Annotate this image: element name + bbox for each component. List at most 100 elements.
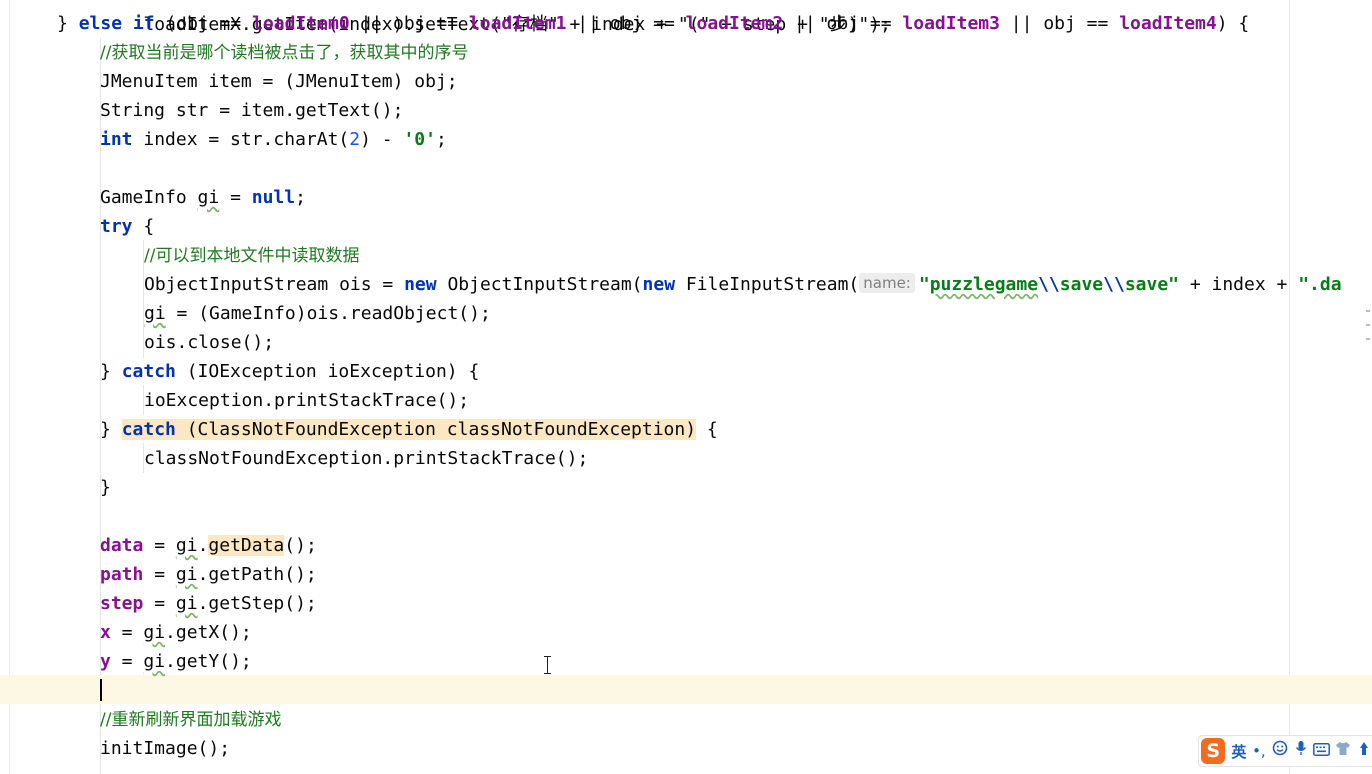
keyword: int [100, 129, 133, 150]
code-line[interactable]: initImage(); [100, 734, 230, 763]
code-text: JMenuItem item = (JMenuItem) obj; [100, 71, 458, 92]
string-literal: ".da [1298, 274, 1342, 295]
field-ref: step [100, 593, 144, 614]
code-text: { [696, 419, 718, 440]
field-ref: loadItem3 [902, 13, 1000, 34]
code-text: ) { [1216, 13, 1250, 34]
variable-ref: gi [175, 593, 198, 614]
code-text: = (GameInfo)ois.readObject(); [165, 303, 491, 324]
code-text: (ClassNotFoundException classNotFoundExc… [175, 419, 697, 440]
keyword: catch [121, 361, 176, 382]
code-text: initImage(); [100, 738, 231, 759]
code-line[interactable]: //重新刷新界面加载游戏 [100, 705, 281, 734]
gutter-edge [9, 0, 10, 774]
code-line[interactable]: JMenuItem item = (JMenuItem) obj; [100, 67, 458, 96]
keyword: else [78, 13, 123, 34]
code-text: || obj == [999, 13, 1120, 34]
code-line[interactable]: step = gi.getStep(); [100, 589, 317, 618]
ime-toolbar[interactable]: S 英 •, [1198, 735, 1372, 767]
code-line[interactable]: data = gi.getData(); [100, 531, 317, 560]
keyboard-icon[interactable] [1313, 740, 1331, 762]
mouse-ibeam-cursor [544, 656, 551, 674]
code-line[interactable]: ois.close(); [144, 328, 274, 357]
punctuation-toggle[interactable]: •, [1250, 740, 1267, 762]
variable-ref: gi [197, 187, 220, 208]
code-line[interactable]: //获取当前是哪个读档被点击了，获取其中的序号 [100, 38, 468, 67]
code-text: } [100, 419, 122, 440]
code-line[interactable]: String str = item.getText(); [100, 96, 403, 125]
escape-sequence: \\ [1103, 274, 1125, 295]
code-text: + index + [1179, 274, 1299, 295]
code-editor[interactable]: loadItemX.getItem(index).setText("存档" + … [0, 0, 1372, 774]
code-line[interactable]: } [100, 473, 111, 502]
text-caret [100, 679, 102, 701]
code-text: } [100, 477, 111, 498]
code-line[interactable]: //可以到本地文件中读取数据 [144, 241, 359, 270]
toolbox-icon[interactable] [1355, 740, 1372, 762]
code-text: = [143, 593, 176, 614]
code-text: (obj == [154, 13, 253, 34]
code-text: GameInfo [100, 187, 198, 208]
keyword: if [132, 13, 155, 34]
variable-ref: gi [144, 303, 166, 324]
code-line[interactable]: ioException.printStackTrace(); [144, 386, 469, 415]
ime-language-mode[interactable]: 英 [1231, 741, 1246, 762]
variable-ref: gi [175, 535, 198, 556]
shirt-icon[interactable] [1334, 740, 1351, 762]
code-text: ; [435, 129, 447, 150]
code-text: .getX(); [165, 622, 252, 643]
current-line-highlight [0, 675, 1372, 704]
code-line[interactable]: int index = str.charAt(2) - '0'; [100, 125, 447, 154]
keyword: new [642, 274, 676, 295]
code-comment: //可以到本地文件中读取数据 [144, 246, 360, 266]
string-literal: '0' [403, 129, 436, 150]
code-text: = [110, 651, 144, 672]
code-text: (); [284, 535, 317, 556]
code-text: } [57, 13, 79, 34]
code-text: = [110, 622, 144, 643]
code-line[interactable]: gi = (GameInfo)ois.readObject(); [144, 299, 491, 328]
code-line[interactable]: try { [100, 212, 154, 241]
code-comment: //重新刷新界面加载游戏 [100, 710, 282, 730]
code-line[interactable]: } catch (ClassNotFoundException classNot… [100, 415, 718, 444]
code-comment: //获取当前是哪个读档被点击了，获取其中的序号 [100, 43, 469, 63]
code-line[interactable]: path = gi.getPath(); [100, 560, 317, 589]
code-text: ; [295, 187, 306, 208]
string-literal: save [1059, 274, 1104, 295]
code-line[interactable]: y = gi.getY(); [100, 647, 252, 676]
number-literal: 2 [349, 129, 361, 150]
field-ref: loadItem4 [1119, 13, 1217, 34]
sogou-logo-icon[interactable]: S [1201, 738, 1226, 764]
code-text: .getY(); [165, 651, 252, 672]
code-text: ObjectInputStream ois = [144, 274, 405, 295]
code-line[interactable]: ObjectInputStream ois = new ObjectInputS… [144, 270, 1342, 299]
keyword: null [251, 187, 296, 208]
code-text: || obj == [349, 13, 469, 34]
string-literal: puzzlegame [929, 274, 1039, 295]
code-text: = [143, 535, 176, 556]
scrollbar-markers[interactable] [1366, 310, 1372, 350]
field-ref: loadItem0 [252, 13, 350, 34]
code-text: String str = item.getText(); [100, 100, 404, 121]
code-line[interactable]: } else if (obj == loadItem0 || obj == lo… [57, 9, 1249, 38]
code-line[interactable]: GameInfo gi = null; [100, 183, 306, 212]
code-text: . [197, 535, 209, 556]
code-text: ois.close(); [144, 332, 275, 353]
code-text: || obj == [566, 13, 686, 34]
method-ref: getData [208, 535, 285, 556]
code-text: || obj == [783, 13, 903, 34]
parameter-hint: name: [859, 273, 915, 293]
code-line[interactable]: classNotFoundException.printStackTrace()… [144, 444, 588, 473]
microphone-icon[interactable] [1292, 740, 1309, 762]
field-ref: loadItem2 [685, 13, 784, 34]
keyword: catch [121, 419, 176, 440]
emoji-icon[interactable] [1271, 740, 1288, 762]
code-text: (IOException ioException) { [175, 361, 480, 382]
code-line[interactable]: } catch (IOException ioException) { [100, 357, 479, 386]
code-text: .getPath(); [197, 564, 317, 585]
right-margin-guide [1289, 0, 1290, 774]
variable-ref: gi [143, 622, 166, 643]
code-line[interactable]: x = gi.getX(); [100, 618, 252, 647]
field-ref: path [100, 564, 144, 585]
field-ref: data [100, 535, 144, 556]
